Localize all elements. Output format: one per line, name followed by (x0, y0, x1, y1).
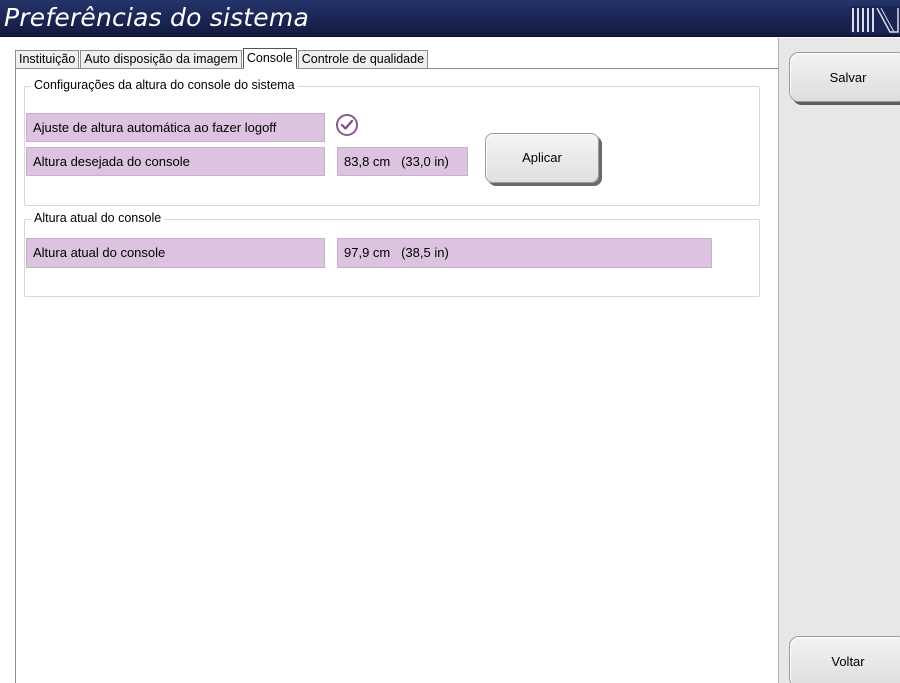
current-height-label: Altura atual do console (26, 238, 325, 268)
current-height-group: Altura atual do console Altura atual do … (24, 211, 760, 297)
auto-adjust-label: Ajuste de altura automática ao fazer log… (26, 113, 325, 142)
tab-controle-qualidade[interactable]: Controle de qualidade (297, 50, 429, 69)
content-border (15, 68, 16, 683)
main-panel: Instituição Auto disposição da imagem Co… (0, 38, 778, 683)
apply-button[interactable]: Aplicar (485, 133, 599, 183)
tab-console[interactable]: Console (242, 48, 297, 69)
tab-divider (15, 68, 778, 69)
tab-strip: Instituição Auto disposição da imagem Co… (15, 48, 429, 69)
brand-logo-icon (850, 6, 900, 34)
title-bar: Preferências do sistema (0, 0, 900, 37)
tab-auto-disposicao[interactable]: Auto disposição da imagem (80, 50, 242, 69)
tab-instituicao[interactable]: Instituição (15, 50, 80, 69)
height-settings-group: Configurações da altura do console do si… (24, 78, 760, 206)
height-settings-group-title: Configurações da altura do console do si… (31, 78, 298, 92)
save-button[interactable]: Salvar (789, 52, 900, 102)
back-button[interactable]: Voltar (789, 636, 900, 683)
current-height-group-title: Altura atual do console (31, 211, 165, 225)
auto-adjust-checkbox[interactable] (336, 114, 358, 136)
checkmark-icon (340, 119, 354, 130)
desired-height-value: 83,8 cm (33,0 in) (337, 147, 468, 176)
current-height-value: 97,9 cm (38,5 in) (337, 238, 712, 268)
action-sidebar: Salvar Voltar (778, 38, 900, 683)
desired-height-label: Altura desejada do console (26, 147, 325, 176)
window-title: Preferências do sistema (4, 3, 309, 32)
